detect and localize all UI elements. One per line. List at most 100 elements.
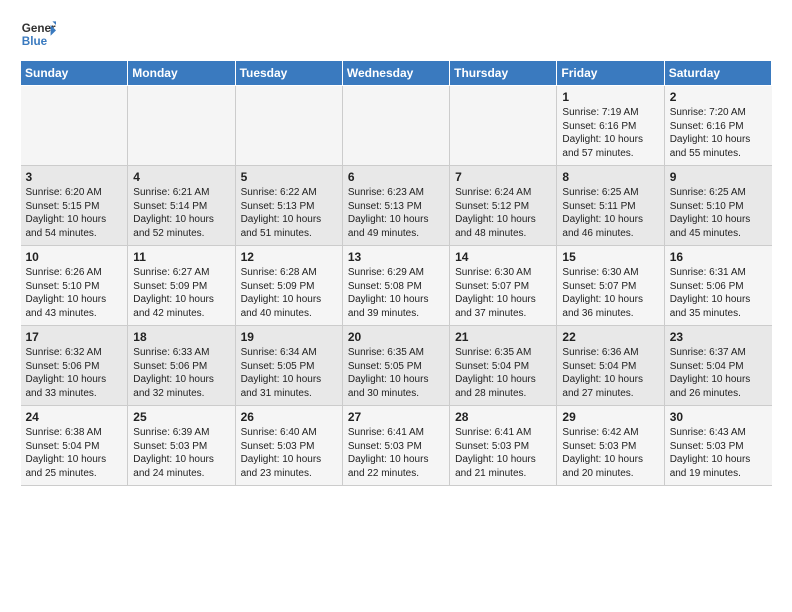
day-info: Sunrise: 6:41 AM Sunset: 5:03 PM Dayligh… [455, 426, 551, 480]
day-info: Sunrise: 6:27 AM Sunset: 5:09 PM Dayligh… [133, 266, 229, 320]
day-number: 14 [455, 250, 551, 264]
week-row-2: 3Sunrise: 6:20 AM Sunset: 5:15 PM Daylig… [21, 166, 772, 246]
day-number: 12 [241, 250, 337, 264]
day-cell: 18 Sunrise: 6:33 AM Sunset: 5:06 PM Dayli… [128, 326, 235, 406]
day-info: Sunrise: 6:28 AM Sunset: 5:09 PM Dayligh… [241, 266, 337, 320]
day-header-monday: Monday [128, 61, 235, 86]
day-cell [450, 86, 557, 166]
day-cell [21, 86, 128, 166]
calendar-page: General Blue SundayMondayTuesdayWednesda… [0, 0, 792, 502]
day-number: 23 [670, 330, 767, 344]
day-number: 26 [241, 410, 337, 424]
day-number: 4 [133, 170, 229, 184]
day-info: Sunrise: 6:35 AM Sunset: 5:04 PM Dayligh… [455, 346, 551, 400]
day-cell: 16 Sunrise: 6:31 AM Sunset: 5:06 PM Dayli… [664, 246, 771, 326]
calendar-table: SundayMondayTuesdayWednesdayThursdayFrid… [20, 60, 772, 486]
day-info: Sunrise: 6:41 AM Sunset: 5:03 PM Dayligh… [348, 426, 444, 480]
day-number: 10 [26, 250, 123, 264]
day-info: Sunrise: 6:32 AM Sunset: 5:06 PM Dayligh… [26, 346, 123, 400]
week-row-4: 17 Sunrise: 6:32 AM Sunset: 5:06 PM Dayli… [21, 326, 772, 406]
day-info: Sunrise: 6:38 AM Sunset: 5:04 PM Dayligh… [26, 426, 123, 480]
day-number: 16 [670, 250, 767, 264]
day-cell: 11 Sunrise: 6:27 AM Sunset: 5:09 PM Dayli… [128, 246, 235, 326]
day-info: Sunrise: 6:24 AM Sunset: 5:12 PM Dayligh… [455, 186, 551, 240]
day-number: 8 [562, 170, 658, 184]
day-info: Sunrise: 6:20 AM Sunset: 5:15 PM Dayligh… [26, 186, 123, 240]
day-cell: 27 Sunrise: 6:41 AM Sunset: 5:03 PM Dayli… [342, 406, 449, 486]
day-info: Sunrise: 6:43 AM Sunset: 5:03 PM Dayligh… [670, 426, 767, 480]
day-cell: 26 Sunrise: 6:40 AM Sunset: 5:03 PM Dayli… [235, 406, 342, 486]
day-number: 30 [670, 410, 767, 424]
day-info: Sunrise: 6:30 AM Sunset: 5:07 PM Dayligh… [455, 266, 551, 320]
day-cell: 21 Sunrise: 6:35 AM Sunset: 5:04 PM Dayli… [450, 326, 557, 406]
day-cell: 19 Sunrise: 6:34 AM Sunset: 5:05 PM Dayli… [235, 326, 342, 406]
logo: General Blue [20, 16, 56, 52]
day-number: 11 [133, 250, 229, 264]
day-number: 1 [562, 90, 658, 104]
day-info: Sunrise: 6:40 AM Sunset: 5:03 PM Dayligh… [241, 426, 337, 480]
day-cell: 6Sunrise: 6:23 AM Sunset: 5:13 PM Daylig… [342, 166, 449, 246]
day-info: Sunrise: 6:30 AM Sunset: 5:07 PM Dayligh… [562, 266, 658, 320]
day-info: Sunrise: 6:29 AM Sunset: 5:08 PM Dayligh… [348, 266, 444, 320]
day-cell: 4 Sunrise: 6:21 AM Sunset: 5:14 PM Daylig… [128, 166, 235, 246]
day-header-wednesday: Wednesday [342, 61, 449, 86]
day-info: Sunrise: 7:19 AM Sunset: 6:16 PM Dayligh… [562, 106, 658, 160]
day-info: Sunrise: 6:25 AM Sunset: 5:11 PM Dayligh… [562, 186, 658, 240]
day-info: Sunrise: 6:36 AM Sunset: 5:04 PM Dayligh… [562, 346, 658, 400]
day-info: Sunrise: 6:37 AM Sunset: 5:04 PM Dayligh… [670, 346, 767, 400]
day-cell: 22 Sunrise: 6:36 AM Sunset: 5:04 PM Dayli… [557, 326, 664, 406]
day-number: 18 [133, 330, 229, 344]
day-number: 22 [562, 330, 658, 344]
day-info: Sunrise: 6:21 AM Sunset: 5:14 PM Dayligh… [133, 186, 229, 240]
day-number: 28 [455, 410, 551, 424]
week-row-1: 1 Sunrise: 7:19 AM Sunset: 6:16 PM Daylig… [21, 86, 772, 166]
day-number: 17 [26, 330, 123, 344]
header: General Blue [20, 16, 772, 52]
day-cell: 10 Sunrise: 6:26 AM Sunset: 5:10 PM Dayli… [21, 246, 128, 326]
day-number: 20 [348, 330, 444, 344]
week-row-5: 24Sunrise: 6:38 AM Sunset: 5:04 PM Dayli… [21, 406, 772, 486]
day-info: Sunrise: 6:25 AM Sunset: 5:10 PM Dayligh… [670, 186, 767, 240]
day-number: 13 [348, 250, 444, 264]
day-cell: 24Sunrise: 6:38 AM Sunset: 5:04 PM Dayli… [21, 406, 128, 486]
day-cell: 20Sunrise: 6:35 AM Sunset: 5:05 PM Dayli… [342, 326, 449, 406]
day-number: 2 [670, 90, 767, 104]
day-number: 27 [348, 410, 444, 424]
day-header-friday: Friday [557, 61, 664, 86]
day-header-thursday: Thursday [450, 61, 557, 86]
day-cell: 1 Sunrise: 7:19 AM Sunset: 6:16 PM Daylig… [557, 86, 664, 166]
logo-icon: General Blue [20, 16, 56, 52]
calendar-header-row: SundayMondayTuesdayWednesdayThursdayFrid… [21, 61, 772, 86]
week-row-3: 10 Sunrise: 6:26 AM Sunset: 5:10 PM Dayli… [21, 246, 772, 326]
day-cell: 8 Sunrise: 6:25 AM Sunset: 5:11 PM Daylig… [557, 166, 664, 246]
day-info: Sunrise: 6:42 AM Sunset: 5:03 PM Dayligh… [562, 426, 658, 480]
day-cell: 12 Sunrise: 6:28 AM Sunset: 5:09 PM Dayli… [235, 246, 342, 326]
day-info: Sunrise: 7:20 AM Sunset: 6:16 PM Dayligh… [670, 106, 767, 160]
day-info: Sunrise: 6:34 AM Sunset: 5:05 PM Dayligh… [241, 346, 337, 400]
day-cell: 13 Sunrise: 6:29 AM Sunset: 5:08 PM Dayli… [342, 246, 449, 326]
day-number: 19 [241, 330, 337, 344]
day-number: 25 [133, 410, 229, 424]
day-cell: 5Sunrise: 6:22 AM Sunset: 5:13 PM Daylig… [235, 166, 342, 246]
day-cell: 17 Sunrise: 6:32 AM Sunset: 5:06 PM Dayli… [21, 326, 128, 406]
day-number: 15 [562, 250, 658, 264]
day-number: 21 [455, 330, 551, 344]
svg-text:Blue: Blue [22, 35, 48, 48]
day-cell: 23 Sunrise: 6:37 AM Sunset: 5:04 PM Dayli… [664, 326, 771, 406]
day-number: 6 [348, 170, 444, 184]
day-info: Sunrise: 6:39 AM Sunset: 5:03 PM Dayligh… [133, 426, 229, 480]
day-cell: 30 Sunrise: 6:43 AM Sunset: 5:03 PM Dayli… [664, 406, 771, 486]
day-info: Sunrise: 6:31 AM Sunset: 5:06 PM Dayligh… [670, 266, 767, 320]
calendar-body: 1 Sunrise: 7:19 AM Sunset: 6:16 PM Daylig… [21, 86, 772, 486]
day-header-saturday: Saturday [664, 61, 771, 86]
day-cell: 7Sunrise: 6:24 AM Sunset: 5:12 PM Daylig… [450, 166, 557, 246]
day-info: Sunrise: 6:33 AM Sunset: 5:06 PM Dayligh… [133, 346, 229, 400]
day-number: 9 [670, 170, 767, 184]
day-number: 29 [562, 410, 658, 424]
day-header-tuesday: Tuesday [235, 61, 342, 86]
day-cell [235, 86, 342, 166]
day-cell: 2 Sunrise: 7:20 AM Sunset: 6:16 PM Daylig… [664, 86, 771, 166]
day-cell: 15 Sunrise: 6:30 AM Sunset: 5:07 PM Dayli… [557, 246, 664, 326]
day-info: Sunrise: 6:26 AM Sunset: 5:10 PM Dayligh… [26, 266, 123, 320]
day-header-sunday: Sunday [21, 61, 128, 86]
